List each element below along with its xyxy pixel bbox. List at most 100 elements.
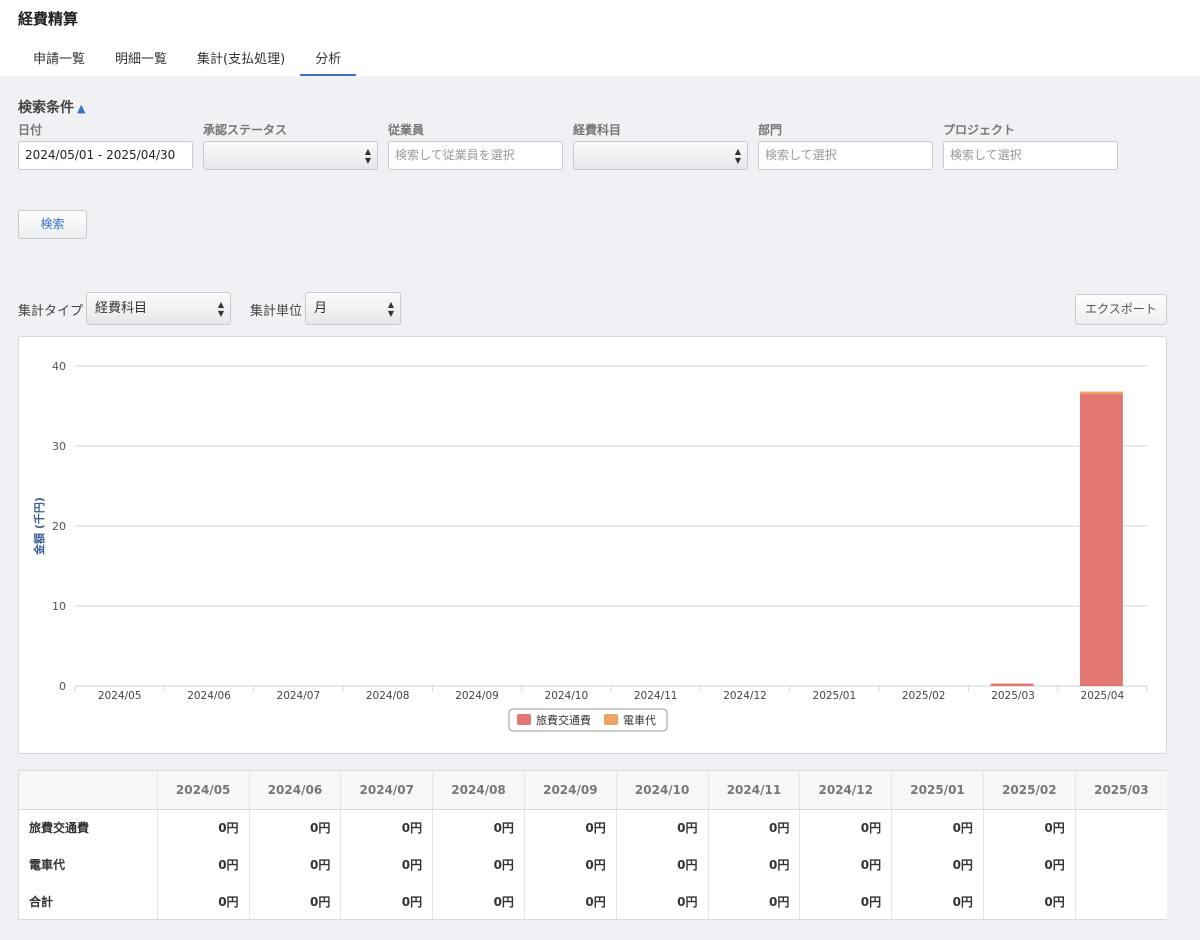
table-cell: 0円 <box>248 883 341 919</box>
select-arrows-icon: ▲ ▼ <box>217 300 224 318</box>
table-row: 合計 0円 0円 0円 0円 0円 0円 0円 0円 0円 0円 <box>19 883 1167 919</box>
x-tick-label: 2024/12 <box>723 690 767 702</box>
table-cell: 0円 <box>340 846 433 883</box>
table-cell <box>1074 809 1167 846</box>
bar-train <box>1080 391 1123 394</box>
table-column-header: 2024/08 <box>432 771 525 810</box>
search-conditions-toggle[interactable]: 検索条件 ▲ <box>18 97 85 117</box>
x-tick-label: 2024/10 <box>545 690 589 702</box>
table-cell: 0円 <box>891 809 984 846</box>
table-column-header: 2024/11 <box>707 771 800 810</box>
x-tick-label: 2024/05 <box>98 690 142 702</box>
table-cell: 0円 <box>248 809 341 846</box>
status-field-group: 承認ステータス ▲ ▼ <box>203 121 378 170</box>
table-cell: 0円 <box>156 883 250 919</box>
department-field-group: 部門 検索して選択 <box>758 121 933 170</box>
y-tick-label: 40 <box>52 360 66 373</box>
summary-table: 2024/05 2024/06 2024/07 2024/08 2024/09 2024/… <box>19 771 1167 919</box>
aggregation-type-label: 集計タイプ <box>18 304 84 319</box>
employee-label: 従業員 <box>388 123 425 137</box>
table-cell: 0円 <box>432 846 525 883</box>
table-column-header: 2024/10 <box>615 771 709 810</box>
tab-application-list[interactable]: 申請一覧 <box>18 44 100 76</box>
tab-bar: 申請一覧 明細一覧 集計(支払処理) 分析 <box>18 44 357 76</box>
department-label: 部門 <box>758 123 783 137</box>
project-search-input[interactable]: 検索して選択 <box>943 141 1118 170</box>
chevron-up-icon: ▲ <box>77 102 86 115</box>
employee-search-input[interactable]: 検索して従業員を選択 <box>388 141 563 170</box>
table-row: 電車代 0円 0円 0円 0円 0円 0円 0円 0円 0円 0円 <box>19 846 1167 883</box>
table-cell: 0円 <box>799 883 892 919</box>
table-cell: 0円 <box>523 809 617 846</box>
tab-aggregation[interactable]: 集計(支払処理) <box>182 44 300 76</box>
chart-panel: 0 10 20 30 40 金額 (千円) 2024/05 2024/06 2024/07 202… <box>18 336 1167 754</box>
table-row-label: 電車代 <box>29 858 66 872</box>
table-cell: 0円 <box>982 883 1076 919</box>
select-arrows-icon: ▲ ▼ <box>387 300 394 318</box>
export-button[interactable]: エクスポート <box>1075 294 1167 325</box>
table-cell: 0円 <box>156 846 250 883</box>
table-cell: 0円 <box>982 809 1076 846</box>
department-search-input[interactable]: 検索して選択 <box>758 141 933 170</box>
table-cell: 0円 <box>340 809 433 846</box>
table-column-header: 2024/09 <box>523 771 617 810</box>
date-range-input[interactable]: 2024/05/01 - 2025/04/30 <box>18 141 193 170</box>
table-column-header: 2024/12 <box>799 771 892 810</box>
aggregation-type-select[interactable]: 経費科目 ▲ ▼ <box>86 292 231 325</box>
legend-label: 電車代 <box>623 713 656 727</box>
table-column-header: 2025/02 <box>982 771 1076 810</box>
table-cell: 0円 <box>707 883 800 919</box>
aggregation-type-value: 経費科目 <box>95 301 148 316</box>
table-column-header: 2024/06 <box>248 771 341 810</box>
project-field-group: プロジェクト 検索して選択 <box>943 121 1118 170</box>
x-tick-label: 2025/04 <box>1081 690 1125 702</box>
date-label: 日付 <box>18 123 43 137</box>
tab-analysis[interactable]: 分析 <box>300 44 357 76</box>
table-cell: 0円 <box>432 883 525 919</box>
aggregation-unit-label: 集計単位 <box>250 304 303 319</box>
select-arrows-icon: ▲ ▼ <box>364 147 371 165</box>
table-header-corner <box>19 771 158 810</box>
x-tick-label: 2024/08 <box>366 690 410 702</box>
search-button[interactable]: 検索 <box>18 210 87 239</box>
select-arrows-icon: ▲ ▼ <box>734 147 741 165</box>
status-select[interactable]: ▲ ▼ <box>203 141 378 170</box>
table-cell: 0円 <box>615 809 709 846</box>
table-column-header: 2024/07 <box>340 771 433 810</box>
legend-label: 旅費交通費 <box>536 713 591 727</box>
bar-travel <box>1080 394 1123 686</box>
table-row-label: 旅費交通費 <box>29 821 90 836</box>
employee-field-group: 従業員 検索して従業員を選択 <box>388 121 563 170</box>
legend-swatch <box>517 714 531 725</box>
aggregation-unit-value: 月 <box>314 301 328 316</box>
table-cell: 0円 <box>615 846 709 883</box>
app-title: 経費精算 <box>18 10 79 28</box>
table-column-header: 2025/03 <box>1074 771 1167 810</box>
table-cell <box>1074 883 1167 919</box>
table-header-row: 2024/05 2024/06 2024/07 2024/08 2024/09 2024/… <box>19 771 1167 810</box>
table-cell: 0円 <box>799 809 892 846</box>
table-cell: 0円 <box>891 883 984 919</box>
table-cell <box>1074 846 1167 883</box>
y-tick-label: 10 <box>52 600 66 613</box>
date-field-group: 日付 2024/05/01 - 2025/04/30 <box>18 121 193 170</box>
y-tick-label: 0 <box>59 680 66 693</box>
table-cell: 0円 <box>891 846 984 883</box>
table-cell: 0円 <box>982 846 1076 883</box>
aggregation-unit-select[interactable]: 月 ▲ ▼ <box>305 292 401 325</box>
table-row-label: 合計 <box>29 895 54 909</box>
search-conditions-title: 検索条件 <box>18 100 74 116</box>
x-tick-label: 2024/09 <box>455 690 499 702</box>
category-select[interactable]: ▲ ▼ <box>573 141 748 170</box>
summary-table-container: 2024/05 2024/06 2024/07 2024/08 2024/09 2024/… <box>18 770 1167 920</box>
stacked-bar-chart: 0 10 20 30 40 金額 (千円) 2024/05 2024/06 2024/07 202… <box>32 360 1148 732</box>
x-tick-label: 2025/02 <box>902 690 946 702</box>
tab-detail-list[interactable]: 明細一覧 <box>100 44 182 76</box>
table-row: 旅費交通費 0円 0円 0円 0円 0円 0円 0円 0円 0円 0円 <box>19 809 1167 846</box>
table-cell: 0円 <box>156 809 250 846</box>
y-tick-label: 30 <box>52 440 66 453</box>
table-cell: 0円 <box>707 846 800 883</box>
project-label: プロジェクト <box>943 123 1016 137</box>
y-tick-label: 20 <box>52 520 66 533</box>
status-label: 承認ステータス <box>203 123 288 137</box>
